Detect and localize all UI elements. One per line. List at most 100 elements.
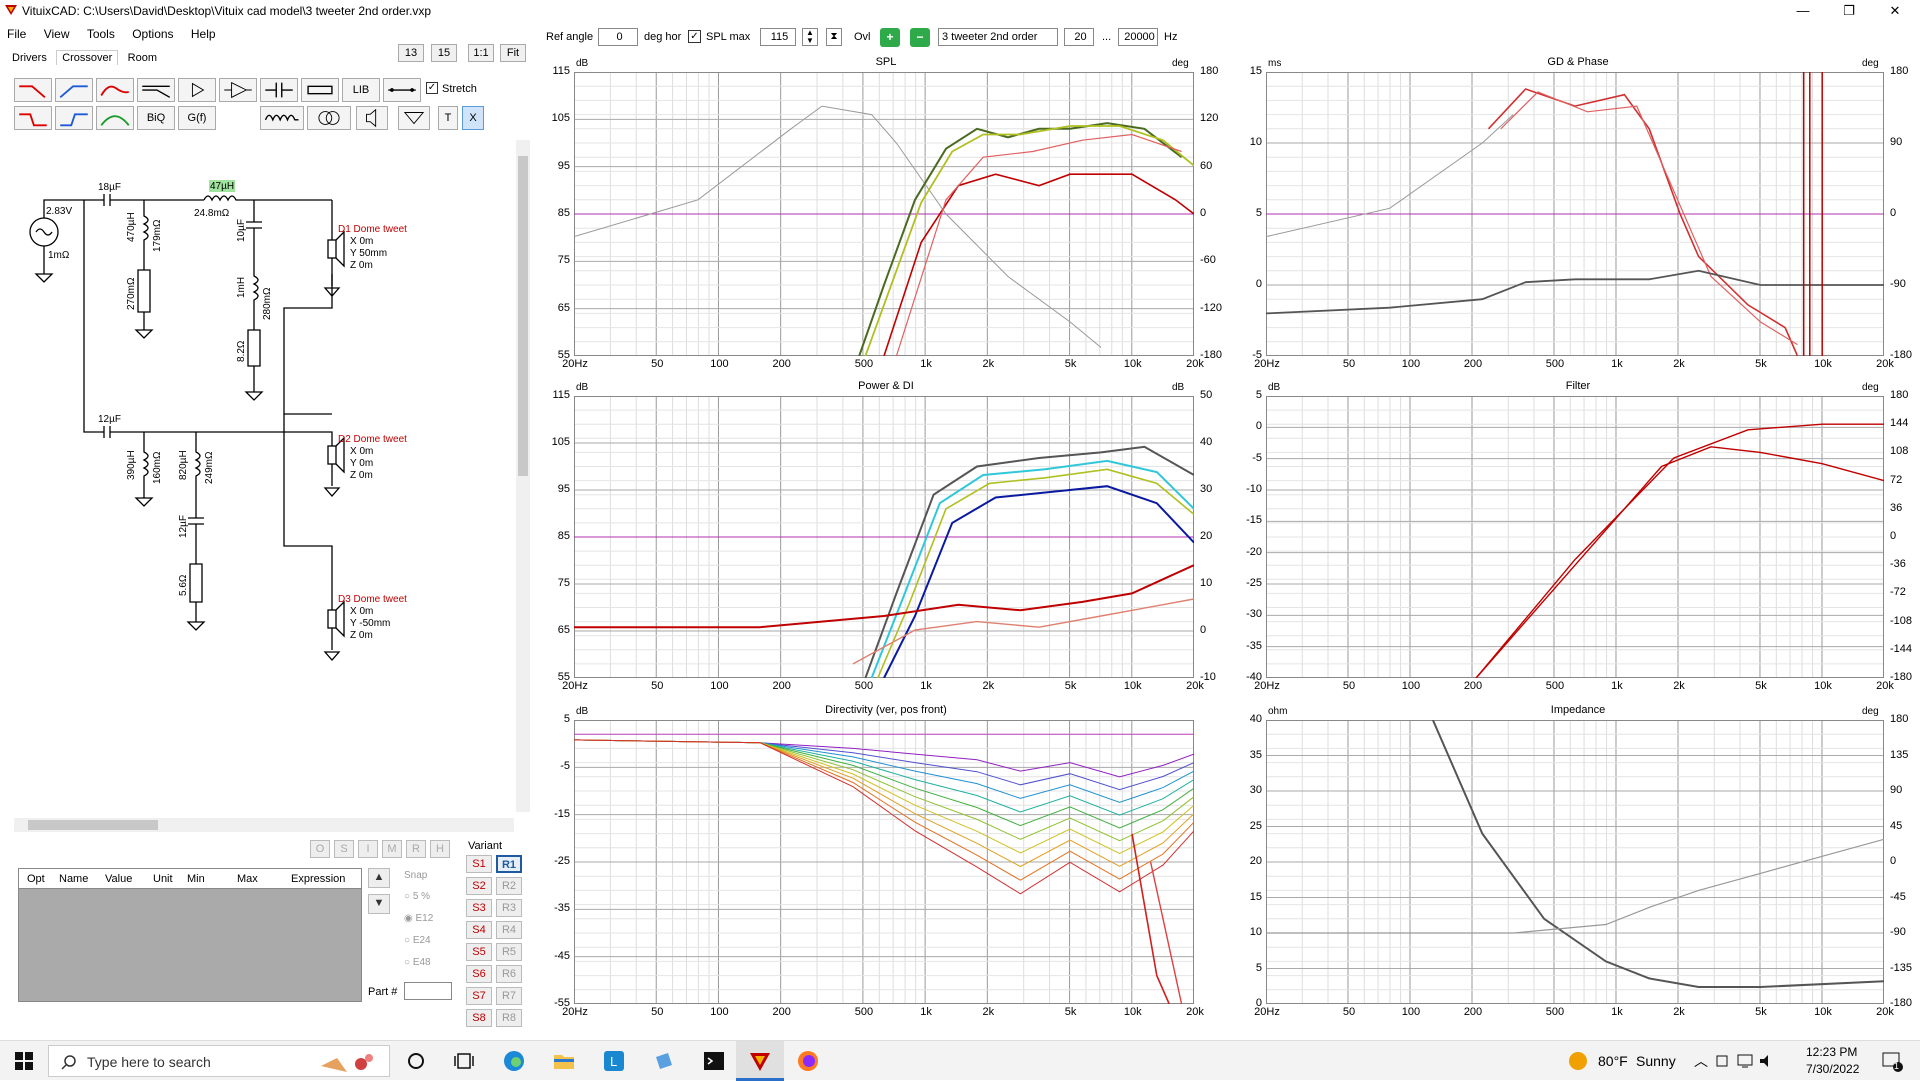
variant-s1-button[interactable]: S1: [466, 855, 492, 873]
chart-directivity-plot[interactable]: [574, 720, 1194, 1004]
overlay-name-input[interactable]: 3 tweeter 2nd order: [938, 28, 1058, 46]
inductor-tool[interactable]: [260, 106, 304, 130]
chart-power-plot[interactable]: [574, 396, 1194, 678]
schematic-horizontal-scrollbar[interactable]: [14, 818, 514, 832]
maximize-button[interactable]: ❐: [1826, 0, 1872, 22]
variant-s7-button[interactable]: S7: [466, 987, 492, 1005]
chart-power[interactable]: Power & DI dB dB 115 105 95 85 75 65 55 50 40 30 20 10…: [546, 380, 1226, 698]
file-explorer-icon[interactable]: [552, 1049, 576, 1073]
tab-crossover[interactable]: Crossover: [56, 50, 119, 65]
weather-sun-icon[interactable]: [1566, 1049, 1590, 1073]
tab-drivers[interactable]: Drivers: [6, 50, 53, 66]
biquad-button[interactable]: BiQ: [137, 106, 175, 130]
chart-spl[interactable]: SPL dB deg 115 105 95 85 75 65 55 180 120 60 0 -60 -120…: [546, 56, 1226, 376]
flag-s[interactable]: S: [334, 840, 354, 858]
cortana-icon[interactable]: [404, 1049, 428, 1073]
transformer-tool[interactable]: [307, 106, 351, 130]
clock-date[interactable]: 7/30/2022: [1806, 1062, 1859, 1076]
snap-e48[interactable]: ○ E48: [404, 952, 433, 974]
variant-s5-button[interactable]: S5: [466, 943, 492, 961]
lightroom-icon[interactable]: L: [602, 1049, 626, 1073]
spl-fit-button[interactable]: ⧗: [826, 28, 842, 46]
variant-r5-button[interactable]: R5: [496, 943, 522, 961]
minimize-button[interactable]: —: [1780, 0, 1826, 22]
optimizer-table[interactable]: Opt Name Value Unit Min Max Expression: [18, 868, 362, 1002]
chart-impedance[interactable]: Impedance ohm deg 40 35 30 25 20 15 10 5 0 180 135 90 4…: [1238, 704, 1918, 1024]
resistor-tool[interactable]: [301, 78, 339, 102]
bandpass-green-tool[interactable]: [96, 106, 134, 130]
chart-impedance-plot[interactable]: [1266, 720, 1884, 1004]
lowpass-red-tool[interactable]: [14, 78, 52, 102]
crossover-schematic[interactable]: 2.83V 1mΩ 18µF 47µH 24.8mΩ 470µH 179mΩ 2…: [14, 146, 518, 816]
taskbar-search-box[interactable]: Type here to search: [48, 1045, 390, 1077]
tray-chevron-up-icon[interactable]: ︿: [1694, 1051, 1708, 1071]
text-tool[interactable]: T: [438, 106, 458, 130]
variant-r1-button[interactable]: R1: [496, 855, 522, 873]
play-tool[interactable]: [178, 78, 216, 102]
add-overlay-button[interactable]: +: [880, 28, 900, 47]
firefox-icon[interactable]: [796, 1049, 820, 1073]
network-icon[interactable]: [1736, 1049, 1754, 1073]
grid-15-button[interactable]: 15: [431, 44, 457, 62]
flag-o[interactable]: O: [310, 840, 330, 858]
bandpass-red-tool[interactable]: [96, 78, 134, 102]
meet-icon[interactable]: [1714, 1049, 1732, 1073]
app-icon-blue[interactable]: [652, 1049, 676, 1073]
gf-button[interactable]: G(f): [178, 106, 216, 130]
ref-angle-input[interactable]: 0: [598, 28, 638, 46]
windows-start-icon[interactable]: [12, 1049, 36, 1073]
menu-file[interactable]: File: [0, 24, 33, 44]
flag-h[interactable]: H: [430, 840, 450, 858]
zoom-fit-button[interactable]: Fit: [500, 44, 526, 62]
flag-m[interactable]: M: [382, 840, 402, 858]
vituixcad-taskbar-button[interactable]: [736, 1041, 784, 1081]
variant-s6-button[interactable]: S6: [466, 965, 492, 983]
move-down-button[interactable]: ▼: [368, 894, 390, 914]
variant-r3-button[interactable]: R3: [496, 899, 522, 917]
flag-r[interactable]: R: [406, 840, 426, 858]
flag-i[interactable]: I: [358, 840, 378, 858]
menu-options[interactable]: Options: [125, 24, 180, 44]
schematic-vertical-scrollbar[interactable]: [516, 140, 530, 812]
amplifier-tool[interactable]: [219, 78, 257, 102]
volume-icon[interactable]: [1758, 1049, 1776, 1073]
clock-time[interactable]: 12:23 PM: [1806, 1045, 1857, 1059]
spl-max-spinner[interactable]: ▲ ▼: [802, 28, 818, 46]
notch-tool[interactable]: [137, 78, 175, 102]
chart-spl-plot[interactable]: [574, 72, 1194, 356]
variant-s4-button[interactable]: S4: [466, 921, 492, 939]
variant-r6-button[interactable]: R6: [496, 965, 522, 983]
chart-gd-plot[interactable]: [1266, 72, 1884, 356]
variant-r4-button[interactable]: R4: [496, 921, 522, 939]
menu-view[interactable]: View: [37, 24, 77, 44]
snap-5pct[interactable]: ○ 5 %: [404, 886, 433, 908]
menu-help[interactable]: Help: [184, 24, 223, 44]
variant-r8-button[interactable]: R8: [496, 1009, 522, 1027]
speaker-tool[interactable]: [356, 106, 388, 130]
stretch-checkbox[interactable]: ✓: [426, 82, 438, 94]
edge-icon[interactable]: [502, 1049, 526, 1073]
tab-room[interactable]: Room: [122, 50, 163, 66]
grid-13-button[interactable]: 13: [398, 44, 424, 62]
highpass-blue-tool-2[interactable]: [55, 106, 93, 130]
remove-overlay-button[interactable]: −: [910, 28, 930, 47]
fmax-input[interactable]: 20000: [1118, 28, 1158, 46]
variant-s3-button[interactable]: S3: [466, 899, 492, 917]
highpass-blue-tool[interactable]: [55, 78, 93, 102]
snap-e12[interactable]: ◉ E12: [404, 908, 433, 930]
chart-directivity[interactable]: Directivity (ver, pos front) dB 5 -5 -15 -25 -…: [546, 704, 1226, 1024]
variant-r7-button[interactable]: R7: [496, 987, 522, 1005]
chart-gd[interactable]: GD & Phase ms deg 15 10 5 0 -5 180 90 0 -90 -180 20Hz…: [1238, 56, 1918, 376]
x-tool[interactable]: X: [462, 106, 484, 130]
close-button[interactable]: ✕: [1872, 0, 1918, 22]
task-view-icon[interactable]: [452, 1049, 476, 1073]
snap-e24[interactable]: ○ E24: [404, 930, 433, 952]
variant-r2-button[interactable]: R2: [496, 877, 522, 895]
fmin-input[interactable]: 20: [1064, 28, 1094, 46]
zoom-1to1-button[interactable]: 1:1: [468, 44, 494, 62]
terminal-icon[interactable]: [702, 1049, 726, 1073]
menu-tools[interactable]: Tools: [80, 24, 122, 44]
move-up-button[interactable]: ▲: [368, 868, 390, 888]
lowpass-red-tool-2[interactable]: [14, 106, 52, 130]
chart-filter[interactable]: Filter dB deg 5 0 -5 -10 -15 -20 -25 -30 -35 -40 180 1…: [1238, 380, 1918, 698]
